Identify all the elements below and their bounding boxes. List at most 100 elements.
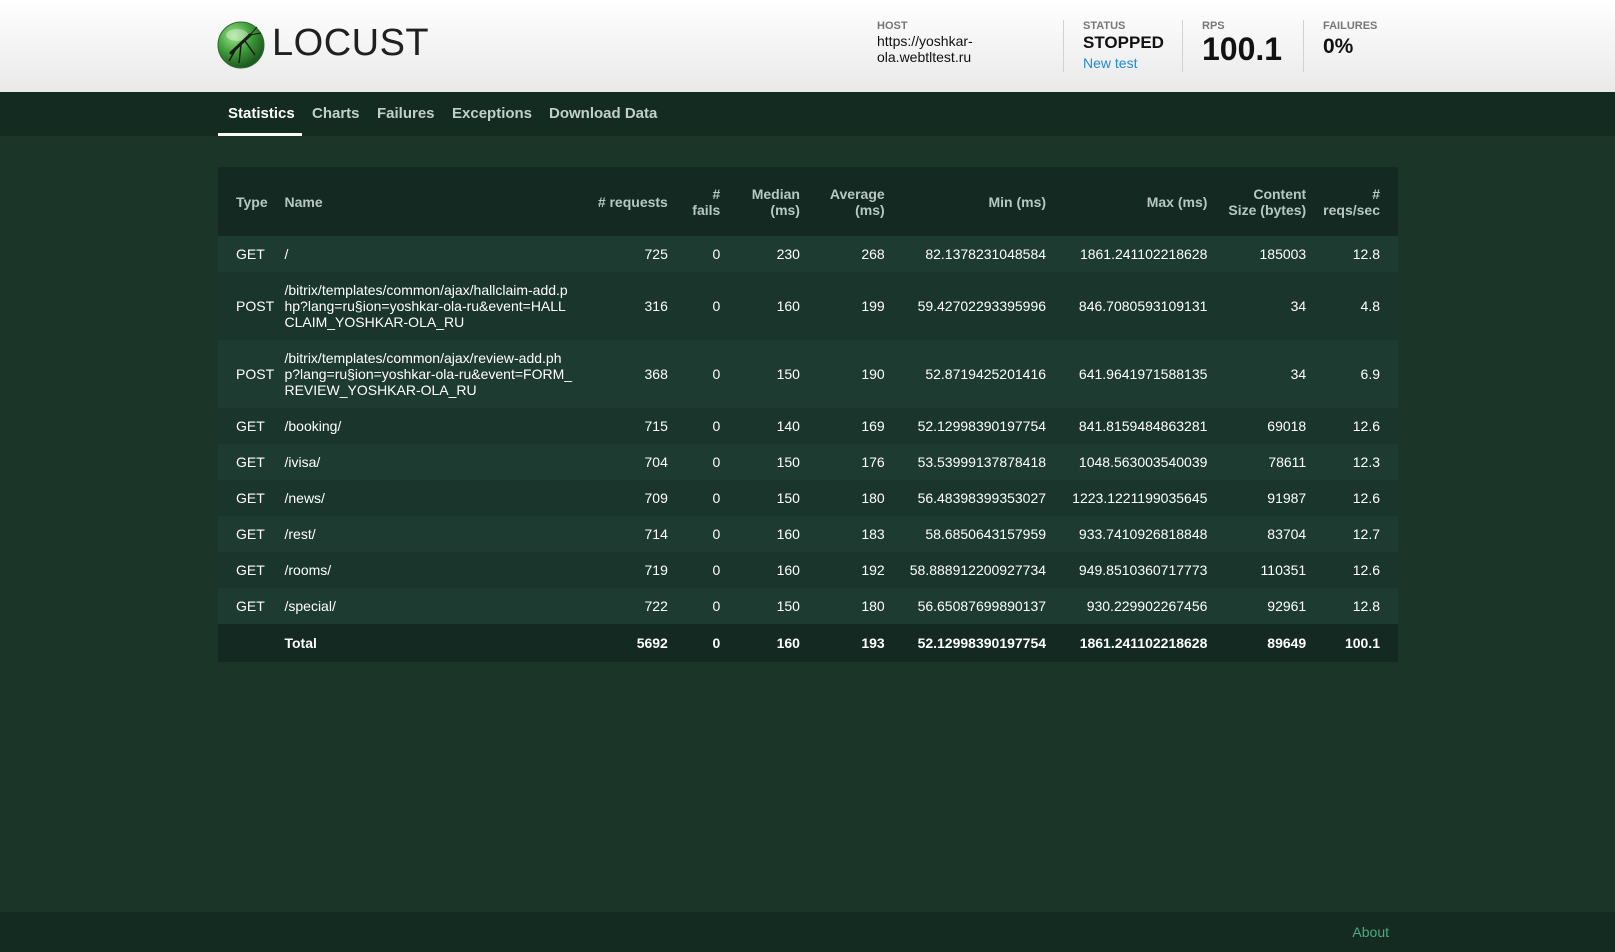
cell-average: 180 bbox=[807, 480, 893, 516]
cell-average: 192 bbox=[807, 552, 893, 588]
tab-download-data[interactable]: Download Data bbox=[549, 92, 657, 136]
table-row: GET/news/709 0 150 180 56.48398399353027 1223… bbox=[218, 480, 1398, 516]
cell-average: 169 bbox=[807, 408, 893, 444]
column-header-type[interactable]: Type bbox=[218, 167, 277, 236]
cell-type: POST bbox=[218, 272, 277, 340]
cell-requests: 719 bbox=[583, 552, 676, 588]
tab-bar: Statistics Charts Failures Exceptions Do… bbox=[0, 92, 1615, 136]
header-divider bbox=[1303, 20, 1304, 72]
cell-fails: 0 bbox=[675, 552, 729, 588]
cell-max: 930.229902267456 bbox=[1054, 588, 1216, 624]
status-label: STATUS bbox=[1083, 20, 1126, 32]
table-row: GET/ivisa/704 0 150 176 53.53999137878418 104… bbox=[218, 444, 1398, 480]
cell-requests: 725 bbox=[583, 236, 676, 272]
cell-requests: 722 bbox=[583, 588, 676, 624]
cell-min: 53.53999137878418 bbox=[892, 444, 1055, 480]
cell-content-size: 34 bbox=[1215, 272, 1315, 340]
table-row: GET/rooms/719 0 160 192 58.888912200927734 94… bbox=[218, 552, 1398, 588]
cell-fails: 0 bbox=[675, 272, 729, 340]
column-header-content-size[interactable]: Content Size (bytes) bbox=[1215, 167, 1315, 236]
cell-fails: 0 bbox=[675, 588, 729, 624]
cell-average: 180 bbox=[807, 588, 893, 624]
cell-requests: 714 bbox=[583, 516, 676, 552]
total-cell-average: 193 bbox=[807, 624, 893, 662]
cell-max: 1223.1221199035645 bbox=[1054, 480, 1216, 516]
cell-min: 52.8719425201416 bbox=[892, 340, 1055, 408]
table-row: GET/725 0 230 268 82.1378231048584 1861.24110… bbox=[218, 236, 1398, 272]
cell-requests: 704 bbox=[583, 444, 676, 480]
column-header-average[interactable]: Average (ms) bbox=[807, 167, 893, 236]
cell-median: 160 bbox=[728, 516, 808, 552]
tab-charts[interactable]: Charts bbox=[312, 92, 360, 136]
cell-name: /bitrix/templates/common/ajax/hallclaim-… bbox=[276, 272, 584, 340]
cell-median: 160 bbox=[728, 272, 808, 340]
cell-name: /news/ bbox=[276, 480, 584, 516]
cell-reqs-per-sec: 12.8 bbox=[1314, 588, 1398, 624]
cell-fails: 0 bbox=[675, 480, 729, 516]
cell-content-size: 92961 bbox=[1215, 588, 1315, 624]
cell-name: /rest/ bbox=[276, 516, 584, 552]
failures-box: FAILURES 0% bbox=[1323, 20, 1377, 59]
host-label: HOST bbox=[877, 20, 908, 32]
cell-fails: 0 bbox=[675, 516, 729, 552]
cell-name: / bbox=[276, 236, 584, 272]
cell-reqs-per-sec: 4.8 bbox=[1314, 272, 1398, 340]
column-header-reqs-per-sec[interactable]: # reqs/sec bbox=[1314, 167, 1398, 236]
cell-requests: 715 bbox=[583, 408, 676, 444]
total-cell-max: 1861.241102218628 bbox=[1054, 624, 1216, 662]
table-header-row: Type Name # requests # fails Median (ms)… bbox=[218, 167, 1398, 236]
header-divider bbox=[1063, 20, 1064, 72]
cell-content-size: 185003 bbox=[1215, 236, 1315, 272]
column-header-fails[interactable]: # fails bbox=[675, 167, 729, 236]
column-header-name[interactable]: Name bbox=[276, 167, 584, 236]
cell-reqs-per-sec: 12.6 bbox=[1314, 408, 1398, 444]
cell-average: 199 bbox=[807, 272, 893, 340]
cell-min: 56.48398399353027 bbox=[892, 480, 1055, 516]
cell-min: 59.42702293395996 bbox=[892, 272, 1055, 340]
total-cell-name: Total bbox=[276, 624, 584, 662]
cell-reqs-per-sec: 6.9 bbox=[1314, 340, 1398, 408]
column-header-requests[interactable]: # requests bbox=[583, 167, 676, 236]
cell-content-size: 110351 bbox=[1215, 552, 1315, 588]
cell-name: /booking/ bbox=[276, 408, 584, 444]
column-header-max[interactable]: Max (ms) bbox=[1054, 167, 1216, 236]
cell-median: 150 bbox=[728, 340, 808, 408]
cell-content-size: 69018 bbox=[1215, 408, 1315, 444]
cell-content-size: 34 bbox=[1215, 340, 1315, 408]
cell-type: GET bbox=[218, 516, 277, 552]
failures-value: 0% bbox=[1323, 35, 1354, 58]
cell-reqs-per-sec: 12.7 bbox=[1314, 516, 1398, 552]
about-link[interactable]: About bbox=[1352, 924, 1389, 940]
footer: About bbox=[0, 912, 1615, 952]
total-cell-type bbox=[218, 624, 277, 662]
cell-min: 82.1378231048584 bbox=[892, 236, 1055, 272]
table-row: GET/rest/714 0 160 183 58.6850643157959 933.7… bbox=[218, 516, 1398, 552]
cell-min: 52.12998390197754 bbox=[892, 408, 1055, 444]
cell-max: 641.9641971588135 bbox=[1054, 340, 1216, 408]
tab-failures[interactable]: Failures bbox=[377, 92, 435, 136]
tab-exceptions[interactable]: Exceptions bbox=[452, 92, 532, 136]
cell-content-size: 91987 bbox=[1215, 480, 1315, 516]
new-test-link[interactable]: New test bbox=[1083, 55, 1164, 71]
cell-reqs-per-sec: 12.6 bbox=[1314, 552, 1398, 588]
tab-statistics[interactable]: Statistics bbox=[228, 92, 295, 136]
cell-max: 949.8510360717773 bbox=[1054, 552, 1216, 588]
cell-max: 1861.241102218628 bbox=[1054, 236, 1216, 272]
active-tab-indicator bbox=[218, 133, 302, 136]
column-header-min[interactable]: Min (ms) bbox=[892, 167, 1055, 236]
column-header-median[interactable]: Median (ms) bbox=[728, 167, 808, 236]
cell-reqs-per-sec: 12.6 bbox=[1314, 480, 1398, 516]
total-cell-reqs-per-sec: 100.1 bbox=[1314, 624, 1398, 662]
cell-reqs-per-sec: 12.8 bbox=[1314, 236, 1398, 272]
status-value: STOPPED bbox=[1083, 33, 1164, 52]
cell-median: 140 bbox=[728, 408, 808, 444]
cell-name: /ivisa/ bbox=[276, 444, 584, 480]
statistics-table: Type Name # requests # fails Median (ms)… bbox=[218, 167, 1398, 662]
cell-reqs-per-sec: 12.3 bbox=[1314, 444, 1398, 480]
logo-text: LOCUST bbox=[272, 22, 430, 64]
rps-value: 100.1 bbox=[1202, 31, 1283, 67]
cell-max: 933.7410926818848 bbox=[1054, 516, 1216, 552]
cell-max: 1048.563003540039 bbox=[1054, 444, 1216, 480]
total-cell-median: 160 bbox=[728, 624, 808, 662]
cell-requests: 316 bbox=[583, 272, 676, 340]
